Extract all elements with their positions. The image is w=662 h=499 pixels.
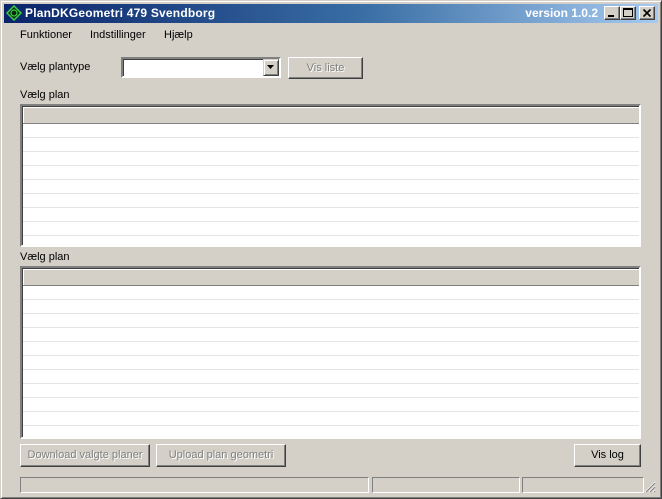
list-row[interactable] — [23, 412, 639, 426]
list-row[interactable] — [23, 342, 639, 356]
list-row[interactable] — [23, 314, 639, 328]
status-panel-1 — [20, 477, 369, 493]
menu-funktioner[interactable]: Funktioner — [20, 29, 72, 41]
list-row[interactable] — [23, 384, 639, 398]
list-row[interactable] — [23, 194, 639, 208]
minimize-icon — [608, 15, 614, 17]
plan-list-2-header[interactable] — [23, 269, 639, 286]
list-row[interactable] — [23, 152, 639, 166]
version-label: version 1.0.2 — [525, 6, 598, 20]
download-button[interactable]: Download valgte planer — [20, 444, 150, 467]
list-row[interactable] — [23, 166, 639, 180]
status-bar — [4, 475, 658, 495]
maximize-button[interactable] — [620, 6, 636, 20]
resize-grip-icon[interactable] — [644, 481, 656, 493]
status-panel-3 — [522, 477, 644, 493]
plan-list-2-label: Vælg plan — [20, 251, 70, 263]
plan-list-2[interactable] — [20, 266, 641, 439]
list-row[interactable] — [23, 286, 639, 300]
list-row[interactable] — [23, 180, 639, 194]
chevron-down-icon — [267, 65, 274, 69]
menu-hjaelp[interactable]: Hjælp — [164, 29, 193, 41]
vis-liste-button[interactable]: Vis liste — [288, 57, 363, 79]
list-row[interactable] — [23, 398, 639, 412]
list-row[interactable] — [23, 208, 639, 222]
list-row[interactable] — [23, 328, 639, 342]
upload-button[interactable]: Upload plan geometri — [156, 444, 286, 467]
close-button[interactable] — [639, 6, 655, 20]
maximize-icon — [623, 8, 633, 17]
list-row[interactable] — [23, 236, 639, 245]
plan-list-1-rows — [23, 124, 639, 245]
list-row[interactable] — [23, 138, 639, 152]
plantype-label: Vælg plantype — [20, 61, 91, 73]
list-row[interactable] — [23, 426, 639, 437]
plan-list-2-rows — [23, 286, 639, 437]
app-logo-icon — [6, 5, 22, 21]
plantype-select[interactable] — [121, 57, 281, 78]
menu-indstillinger[interactable]: Indstillinger — [90, 29, 146, 41]
minimize-button[interactable] — [604, 6, 620, 20]
list-row[interactable] — [23, 370, 639, 384]
list-row[interactable] — [23, 300, 639, 314]
close-icon — [642, 8, 652, 18]
plan-list-1-header[interactable] — [23, 107, 639, 124]
list-row[interactable] — [23, 356, 639, 370]
plan-list-1-label: Vælg plan — [20, 89, 70, 101]
main-window: PlanDKGeometri 479 Svendborg version 1.0… — [0, 0, 662, 499]
vis-log-button[interactable]: Vis log — [574, 444, 641, 467]
plantype-dropdown-button[interactable] — [263, 59, 279, 76]
plan-list-1[interactable] — [20, 104, 641, 247]
list-row[interactable] — [23, 222, 639, 236]
status-panel-2 — [372, 477, 520, 493]
menu-bar: Funktioner Indstillinger Hjælp — [4, 25, 658, 45]
window-title: PlanDKGeometri 479 Svendborg — [25, 6, 216, 20]
list-row[interactable] — [23, 124, 639, 138]
title-bar[interactable]: PlanDKGeometri 479 Svendborg version 1.0… — [4, 4, 658, 23]
